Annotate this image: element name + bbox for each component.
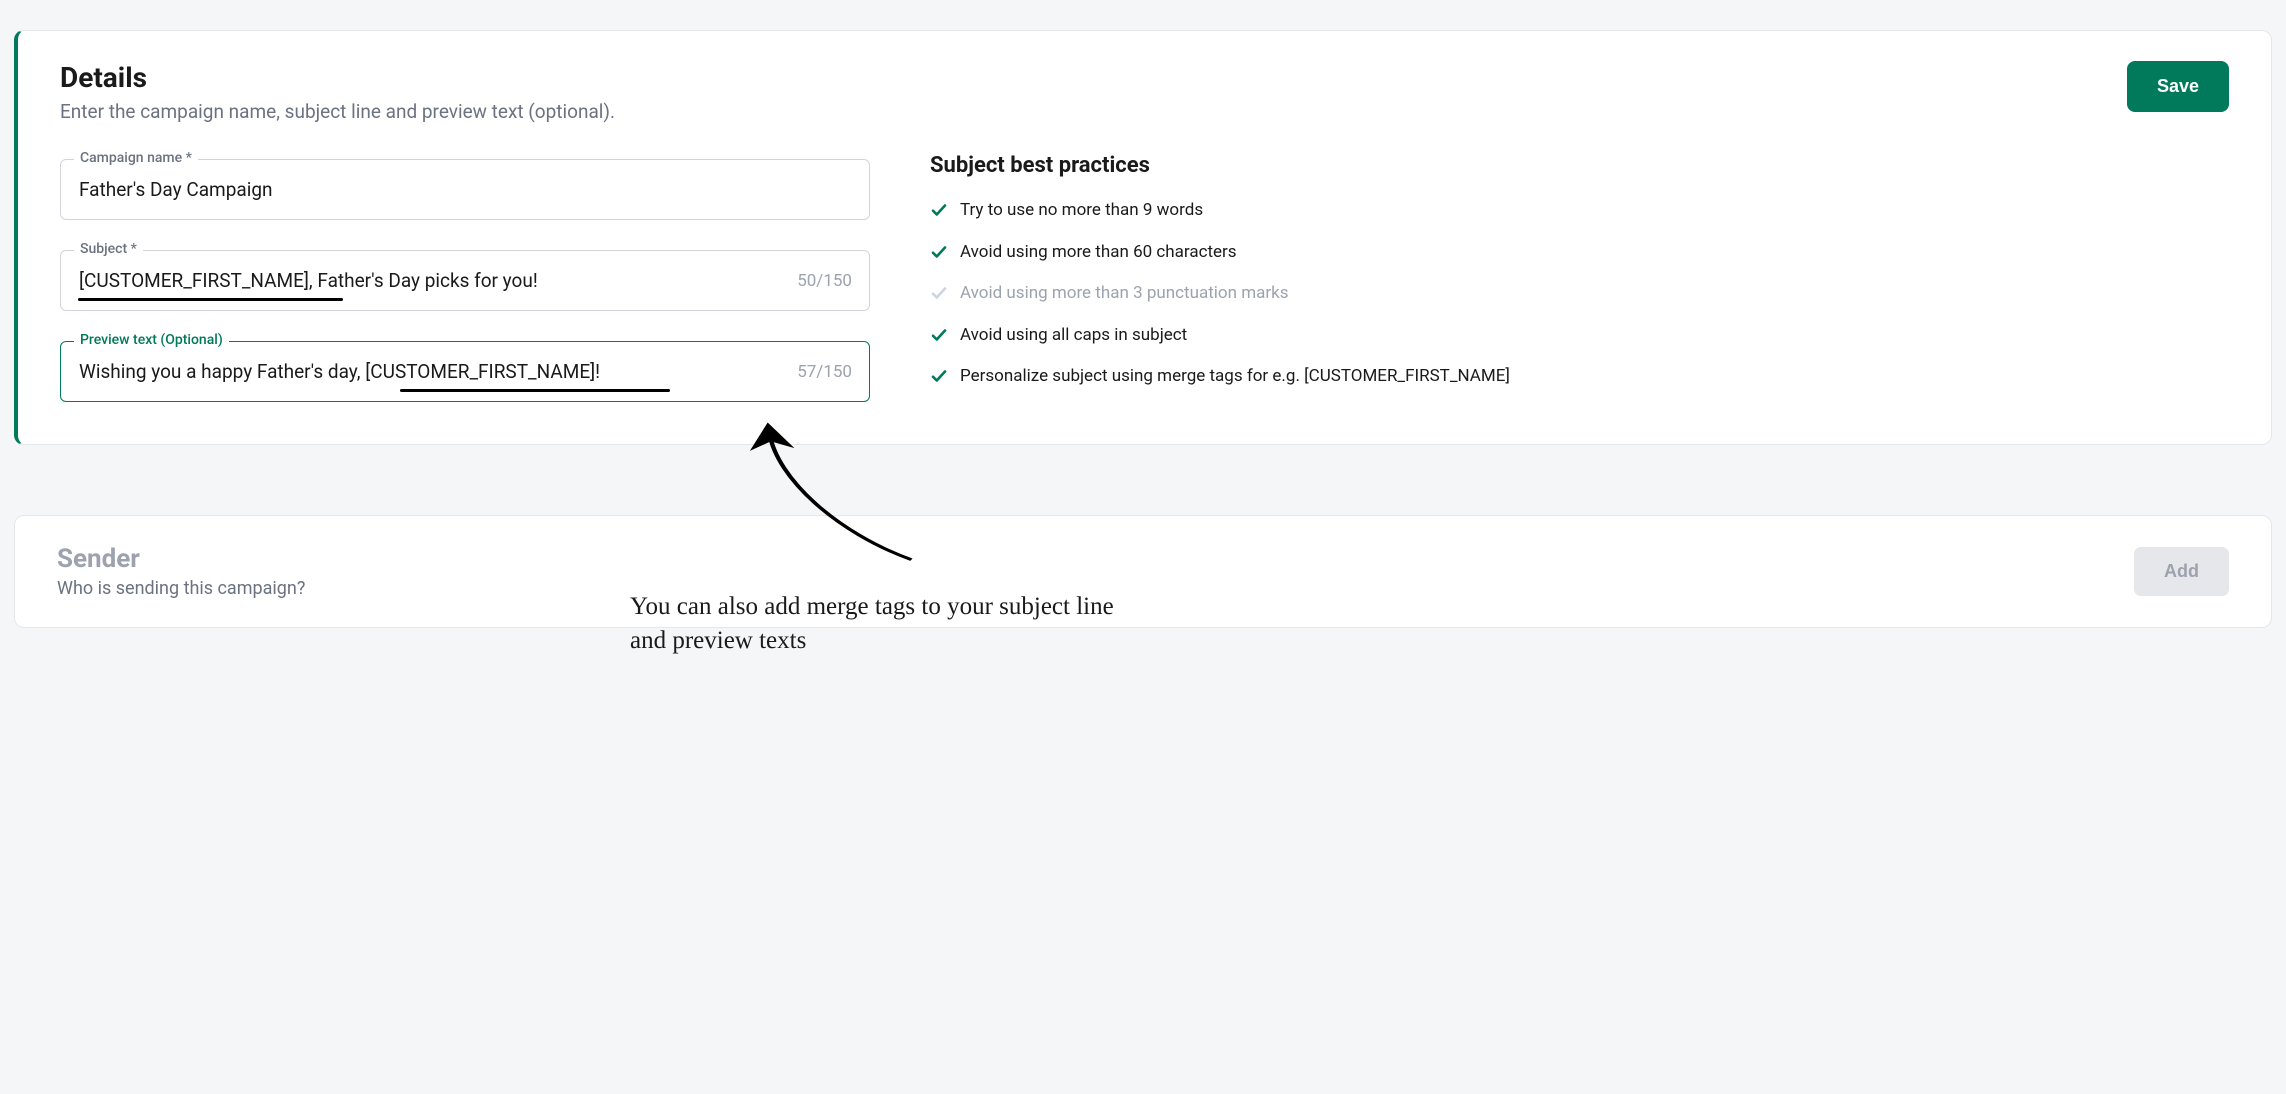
best-practices-item-text: Personalize subject using merge tags for… xyxy=(960,364,1510,390)
check-icon xyxy=(930,284,948,302)
add-button[interactable]: Add xyxy=(2134,547,2229,596)
subject-field: Subject * 50/150 xyxy=(60,250,870,311)
best-practices-title: Subject best practices xyxy=(930,153,2229,178)
best-practices-item: Avoid using all caps in subject xyxy=(930,323,2229,349)
preview-text-counter: 57/150 xyxy=(797,362,852,382)
best-practices-item: Avoid using more than 60 characters xyxy=(930,240,2229,266)
check-icon xyxy=(930,326,948,344)
subject-label: Subject * xyxy=(74,241,143,257)
sender-title: Sender xyxy=(57,544,305,574)
campaign-name-label: Campaign name * xyxy=(74,150,198,166)
annotation-text: You can also add merge tags to your subj… xyxy=(630,590,1480,658)
subject-input[interactable] xyxy=(60,250,870,311)
campaign-name-field: Campaign name * xyxy=(60,159,870,220)
subject-counter: 50/150 xyxy=(797,271,852,291)
sender-subtitle: Who is sending this campaign? xyxy=(57,578,305,599)
check-icon xyxy=(930,243,948,261)
best-practices-item: Try to use no more than 9 words xyxy=(930,198,2229,224)
best-practices-item: Personalize subject using merge tags for… xyxy=(930,364,2229,390)
check-icon xyxy=(930,367,948,385)
best-practices-item-text: Try to use no more than 9 words xyxy=(960,198,1203,224)
best-practices-item: Avoid using more than 3 punctuation mark… xyxy=(930,281,2229,307)
details-card: Details Enter the campaign name, subject… xyxy=(14,30,2272,445)
save-button[interactable]: Save xyxy=(2127,61,2229,112)
preview-text-label: Preview text (Optional) xyxy=(74,332,229,348)
campaign-name-input[interactable] xyxy=(60,159,870,220)
details-title: Details xyxy=(60,61,615,94)
preview-text-field: Preview text (Optional) 57/150 xyxy=(60,341,870,402)
best-practices-panel: Subject best practices Try to use no mor… xyxy=(930,159,2229,402)
best-practices-item-text: Avoid using more than 3 punctuation mark… xyxy=(960,281,1289,307)
best-practices-item-text: Avoid using more than 60 characters xyxy=(960,240,1237,266)
check-icon xyxy=(930,201,948,219)
preview-text-input[interactable] xyxy=(60,341,870,402)
best-practices-item-text: Avoid using all caps in subject xyxy=(960,323,1187,349)
details-subtitle: Enter the campaign name, subject line an… xyxy=(60,100,615,123)
